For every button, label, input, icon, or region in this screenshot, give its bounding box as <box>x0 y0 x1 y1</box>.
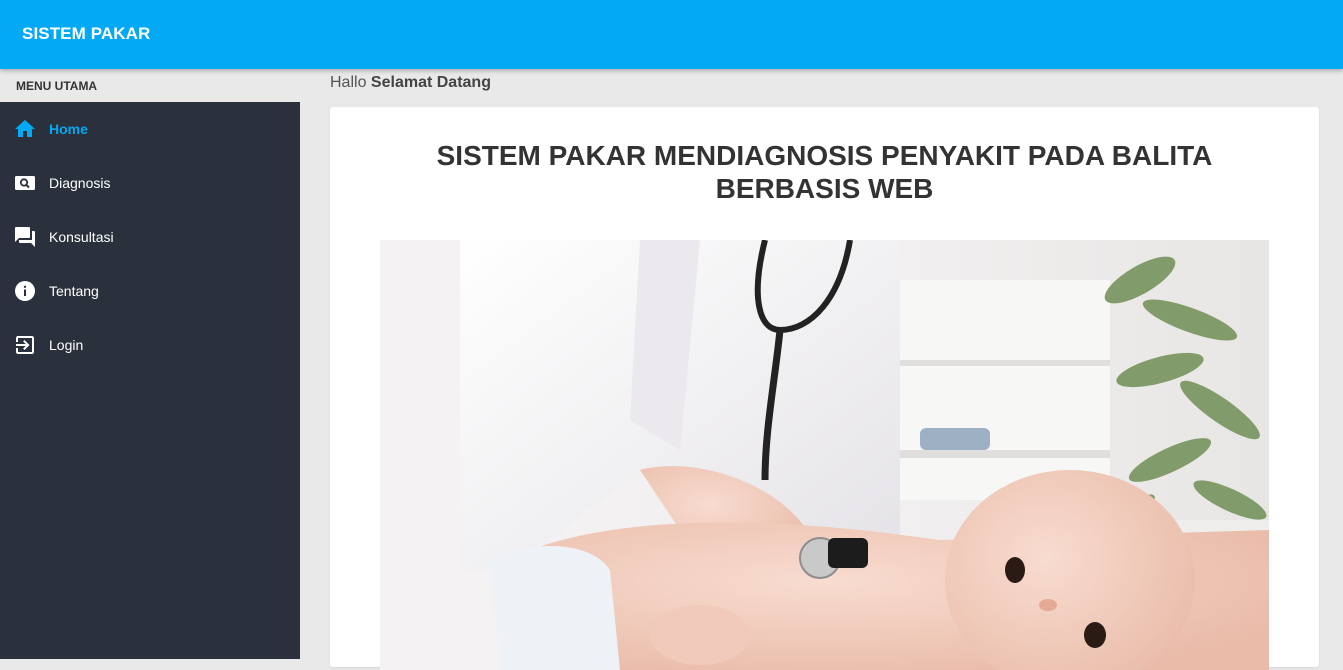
info-icon <box>13 279 37 303</box>
sidebar-item-label: Diagnosis <box>49 175 111 191</box>
greeting-name: Selamat Datang <box>370 74 491 91</box>
home-icon <box>13 117 37 141</box>
content-card: SISTEM PAKAR MENDIAGNOSIS PENYAKIT PADA … <box>330 107 1319 670</box>
app-brand[interactable]: SISTEM PAKAR <box>22 24 150 44</box>
greeting-prefix: Hallo <box>330 74 367 91</box>
sidebar-item-label: Konsultasi <box>49 229 114 245</box>
page-title: SISTEM PAKAR MENDIAGNOSIS PENYAKIT PADA … <box>330 139 1319 205</box>
sidebar-item-konsultasi[interactable]: Konsultasi <box>0 210 300 264</box>
sidebar: MENU UTAMA Home Diagnosis Konsultasi Ten… <box>0 69 300 659</box>
top-app-bar: SISTEM PAKAR <box>0 0 1343 69</box>
search-icon <box>13 171 37 195</box>
sidebar-item-diagnosis[interactable]: Diagnosis <box>0 156 300 210</box>
menu-title: MENU UTAMA <box>0 69 300 102</box>
login-icon <box>13 333 37 357</box>
sidebar-item-login[interactable]: Login <box>0 318 300 372</box>
greeting: Hallo Selamat Datang <box>330 74 491 92</box>
sidebar-item-label: Login <box>49 337 84 353</box>
sidebar-item-label: Tentang <box>49 283 99 299</box>
sidebar-item-tentang[interactable]: Tentang <box>0 264 300 318</box>
sidebar-item-home[interactable]: Home <box>0 102 300 156</box>
sidebar-item-label: Home <box>49 121 88 137</box>
page-title-line2: BERBASIS WEB <box>715 173 934 204</box>
forum-icon <box>13 225 37 249</box>
page-title-line1: SISTEM PAKAR MENDIAGNOSIS PENYAKIT PADA … <box>436 140 1213 171</box>
doctor-examining-baby-photo <box>380 240 1269 670</box>
